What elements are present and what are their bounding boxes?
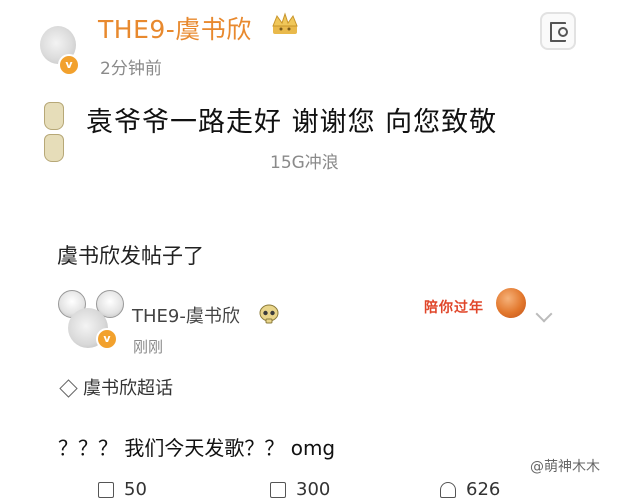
more-options-button[interactable] bbox=[540, 12, 576, 50]
reshare-section: 虞书欣发帖子了 v THE9-虞书欣 刚刚 陪你过年 虞书欣超话 ？？？ 我们今… bbox=[0, 236, 640, 500]
prayer-emoji bbox=[44, 102, 84, 162]
post-time: 刚刚 bbox=[133, 338, 164, 356]
like-icon bbox=[440, 482, 456, 498]
author-name[interactable]: THE9-虞书欣 bbox=[132, 302, 240, 328]
emoji-icon bbox=[44, 134, 64, 162]
supertopic-diamond-icon bbox=[59, 378, 78, 398]
supertopic-label: 虞书欣超话 bbox=[83, 378, 173, 399]
post-content: 袁爷爷一路走好 谢谢您 向您致敬 bbox=[86, 107, 498, 138]
verified-badge: v bbox=[96, 328, 118, 350]
verified-badge: v bbox=[58, 54, 80, 76]
supertopic-link[interactable]: 虞书欣超话 bbox=[58, 374, 173, 400]
weibo-post: v THE9-虞书欣 2分钟前 袁爷爷一路走好 谢谢您 向您致敬 15G冲浪 bbox=[0, 0, 640, 220]
post-source: 15G冲浪 bbox=[270, 153, 339, 173]
emoji-icon bbox=[44, 102, 64, 130]
post-content: ？？？ 我们今天发歌？？ omg bbox=[58, 436, 336, 460]
skull-icon bbox=[259, 304, 279, 324]
new-year-banner: 陪你过年 bbox=[420, 288, 540, 328]
avatar[interactable]: v bbox=[38, 26, 82, 76]
post-time: 2分钟前 bbox=[100, 59, 162, 79]
crown-icon bbox=[272, 12, 298, 34]
banner-text: 陪你过年 bbox=[424, 300, 484, 316]
author-name[interactable]: THE9-虞书欣 bbox=[98, 10, 252, 46]
action-bar: 50 300 626 bbox=[0, 479, 640, 503]
comment-icon bbox=[270, 482, 286, 498]
avatar[interactable]: v bbox=[54, 288, 126, 350]
watermark: @萌神木木 bbox=[530, 459, 600, 475]
more-options-icon bbox=[550, 22, 568, 42]
reshare-title: 虞书欣发帖子了 bbox=[57, 244, 204, 268]
share-icon bbox=[98, 482, 114, 498]
basketball-icon bbox=[496, 288, 526, 318]
